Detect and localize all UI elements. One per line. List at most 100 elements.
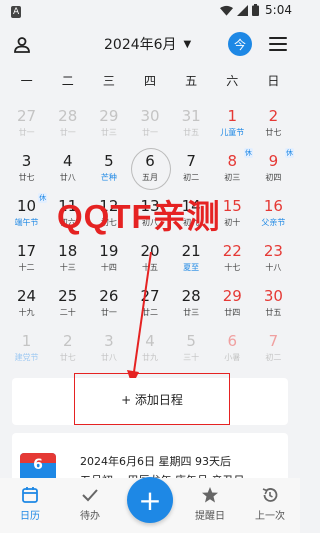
tab-todo[interactable]: 待办 — [65, 486, 115, 522]
day-cell[interactable]: 22 十七 — [212, 238, 253, 283]
day-number: 28 — [58, 107, 78, 125]
lunar-date: 五月 — [141, 173, 158, 182]
day-number: 4 — [145, 332, 155, 350]
today-button[interactable]: 今 — [228, 32, 252, 56]
day-cell[interactable]: 4 廿八 — [47, 148, 88, 193]
day-cell[interactable]: 1 建党节 — [6, 328, 47, 373]
lunar-date: 廿五 — [265, 308, 282, 317]
lunar-date: 十二 — [18, 263, 35, 272]
lunar-date: 芒种 — [100, 173, 117, 182]
tab-calendar[interactable]: 日历 — [5, 486, 55, 522]
lunar-date: 廿三 — [100, 128, 117, 137]
sim-badge: A — [11, 6, 22, 18]
day-cell[interactable]: 30 廿五 — [253, 283, 294, 328]
tab-label: 上一次 — [255, 511, 285, 522]
lunar-date: 十九 — [18, 308, 35, 317]
day-cell[interactable]: 7 初二 — [253, 328, 294, 373]
day-number: 6 — [227, 332, 238, 350]
lunar-date: 儿童节 — [220, 128, 245, 137]
weekday-label: 日 — [267, 74, 280, 88]
day-cell[interactable]: 27 廿二 — [129, 283, 170, 328]
day-cell[interactable]: 29 廿四 — [212, 283, 253, 328]
weekday-label: 二 — [61, 74, 74, 88]
day-cell[interactable]: 2 廿七 — [253, 103, 294, 148]
day-number: 29 — [99, 107, 119, 125]
day-cell[interactable]: 3 廿七 — [6, 148, 47, 193]
weekday-label: 三 — [102, 74, 115, 88]
holiday-rest-badge: 休 — [38, 193, 48, 203]
tab-last-time[interactable]: 上一次 — [245, 486, 295, 522]
day-number: 25 — [58, 287, 78, 305]
add-event-button[interactable]: + 添加日程 — [74, 373, 230, 425]
holiday-rest-badge: 休 — [243, 148, 253, 158]
day-cell[interactable]: 25 二十 — [47, 283, 88, 328]
lunar-date: 夏至 — [183, 263, 200, 272]
day-number: 2 — [268, 107, 279, 125]
day-cell[interactable]: 21 夏至 — [171, 238, 212, 283]
day-cell[interactable]: 3 廿八 — [88, 328, 129, 373]
lunar-date: 廿三 — [183, 308, 200, 317]
day-cell[interactable]: 5 三十 — [171, 328, 212, 373]
day-cell[interactable]: 27 廿一 — [6, 103, 47, 148]
day-cell[interactable]: 2 廿七 — [47, 328, 88, 373]
lunar-date: 廿七 — [265, 128, 282, 137]
day-cell[interactable]: 5 芒种 — [88, 148, 129, 193]
day-number: 30 — [140, 107, 160, 125]
lunar-date: 小暑 — [224, 353, 241, 362]
day-cell[interactable]: 28 廿三 — [171, 283, 212, 328]
day-number: 27 — [140, 287, 160, 305]
day-cell[interactable]: 20 十五 — [129, 238, 170, 283]
lunar-date: 十八 — [265, 263, 282, 272]
lunar-date: 廿一 — [141, 128, 158, 137]
day-cell[interactable]: 29 廿三 — [88, 103, 129, 148]
weekday-label: 五 — [185, 74, 198, 88]
lunar-date: 廿七 — [59, 353, 76, 362]
day-cell[interactable]: 19 十四 — [88, 238, 129, 283]
day-number: 5 — [186, 332, 196, 350]
day-cell[interactable]: 4 廿九 — [129, 328, 170, 373]
month-selector[interactable]: 2024年6月 ▼ — [104, 34, 191, 54]
lunar-date: 廿七 — [18, 173, 35, 182]
history-icon — [262, 488, 278, 502]
calendar-header: 2024年6月 ▼ 今 — [0, 28, 300, 62]
day-cell[interactable]: 1 儿童节 — [212, 103, 253, 148]
lunar-date: 十四 — [100, 263, 117, 272]
day-cell[interactable]: 10 端午节休 — [6, 193, 48, 238]
day-cell-today[interactable]: 6 五月 — [129, 148, 172, 193]
lunar-date: 初三 — [224, 173, 241, 182]
day-cell[interactable]: 8 初三休 — [212, 148, 253, 193]
day-cell[interactable]: 18 十三 — [47, 238, 88, 283]
user-icon[interactable] — [12, 35, 32, 55]
day-cell[interactable]: 28 廿一 — [47, 103, 88, 148]
tab-label: 待办 — [80, 511, 100, 522]
date-info-line: 2024年6月6日 星期四 93天后 — [80, 455, 231, 468]
lunar-date: 廿四 — [224, 308, 241, 317]
lunar-date: 十五 — [141, 263, 158, 272]
lunar-date: 廿五 — [183, 128, 200, 137]
day-cell[interactable]: 24 十九 — [6, 283, 47, 328]
wifi-icon — [220, 5, 234, 16]
day-cell[interactable]: 23 十八 — [253, 238, 294, 283]
lunar-date: 廿九 — [141, 353, 158, 362]
add-fab-button[interactable]: + — [127, 477, 173, 523]
day-cell[interactable]: 7 初二 — [171, 148, 212, 193]
tab-reminders[interactable]: 提醒日 — [185, 486, 235, 522]
day-number: 31 — [181, 107, 201, 125]
day-cell[interactable]: 6 小暑 — [212, 328, 253, 373]
lunar-date: 初二 — [265, 353, 282, 362]
day-cell[interactable]: 26 廿一 — [88, 283, 129, 328]
day-number: 20 — [140, 242, 160, 260]
day-cell[interactable]: 30 廿一 — [129, 103, 170, 148]
day-cell[interactable]: 31 廿五 — [171, 103, 212, 148]
day-cell[interactable]: 16 父亲节 — [253, 193, 294, 238]
day-number: 1 — [227, 107, 238, 125]
day-number: 18 — [58, 242, 78, 260]
menu-icon[interactable] — [269, 37, 287, 51]
day-number: 26 — [99, 287, 119, 305]
weekday-row: 一二三四五六日 — [0, 72, 300, 92]
status-time: 5:04 — [265, 3, 292, 17]
day-cell[interactable]: 9 初四休 — [253, 148, 294, 193]
holiday-rest-badge: 休 — [284, 148, 294, 158]
day-cell[interactable]: 17 十二 — [6, 238, 47, 283]
lunar-date: 廿八 — [59, 173, 76, 182]
